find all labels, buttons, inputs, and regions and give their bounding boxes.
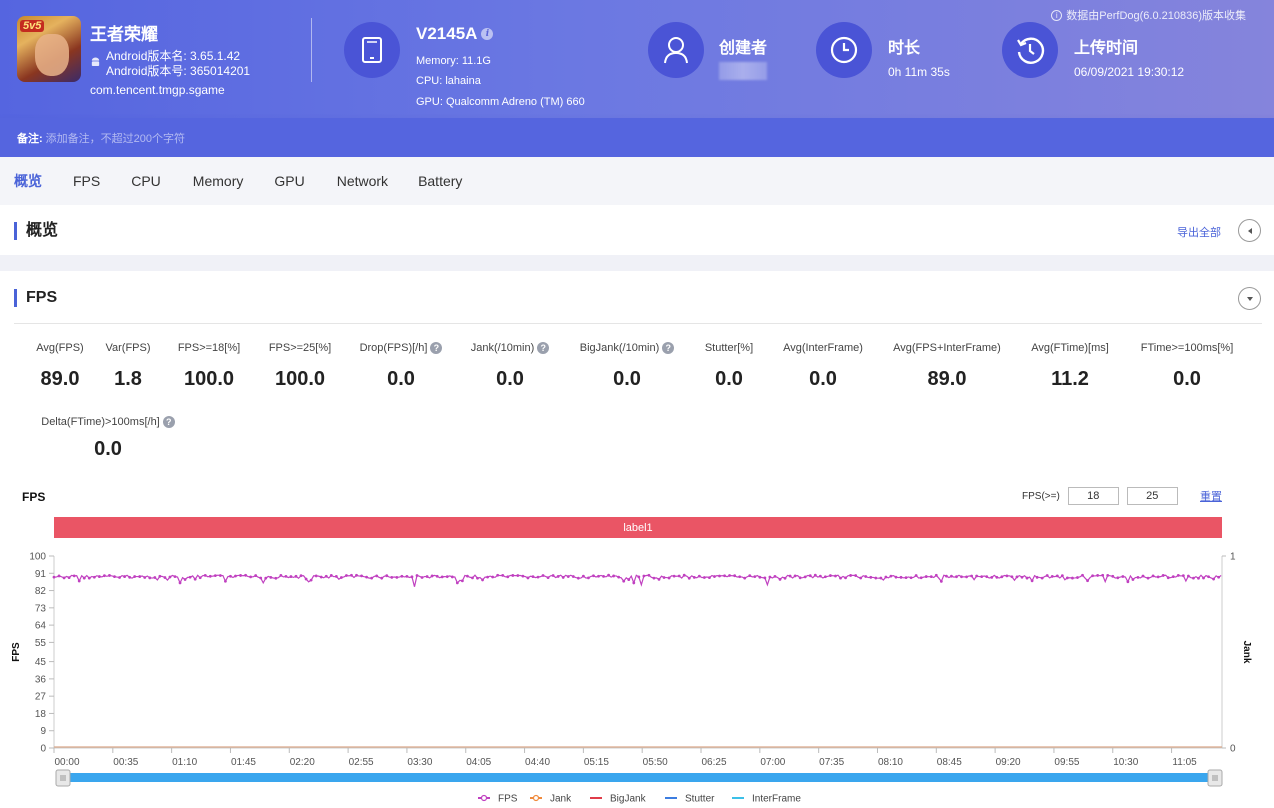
app-icon: 5v5 xyxy=(17,16,81,82)
collapse-button[interactable] xyxy=(1238,219,1261,242)
chart-title: FPS xyxy=(22,490,46,504)
header-divider xyxy=(311,18,312,82)
stat-label-text: Avg(FPS+InterFrame) xyxy=(893,342,1001,354)
creator-value-blurred xyxy=(719,62,767,80)
app-icon-badge: 5v5 xyxy=(20,20,45,32)
fps-threshold-low-input[interactable] xyxy=(1067,487,1119,505)
help-icon[interactable]: ? xyxy=(162,416,175,428)
stat-value: 0.0 xyxy=(1173,368,1201,390)
creator-label: 创建者 xyxy=(719,40,768,57)
tab-cpu[interactable]: CPU xyxy=(131,173,161,189)
section-divider xyxy=(14,323,1262,324)
device-model: V2145A i xyxy=(416,24,494,44)
overview-title: 概览 xyxy=(14,222,58,240)
device-gpu: GPU: Qualcomm Adreno (TM) 660 xyxy=(416,96,585,108)
note-field[interactable]: 备注: 添加备注，不超过200个字符 xyxy=(17,130,185,146)
android-icon xyxy=(91,57,100,66)
fps-threshold-high-input[interactable] xyxy=(1126,487,1178,505)
tab-network[interactable]: Network xyxy=(337,173,388,189)
tab-bar: 概览 FPS CPU Memory GPU Network Battery xyxy=(0,157,1274,205)
export-all-link[interactable]: 导出全部 xyxy=(1177,224,1221,240)
tab-fps[interactable]: FPS xyxy=(73,173,100,189)
reset-link[interactable]: 重置 xyxy=(1200,488,1222,504)
duration-label: 时长 xyxy=(888,40,921,57)
clock-icon xyxy=(816,22,872,78)
stat-label-text: Avg(InterFrame) xyxy=(783,342,863,354)
stat-item: Delta(FTime)>100ms[/h]? 0.0 xyxy=(28,416,188,461)
stat-item: FTime>=100ms[%] 0.0 xyxy=(1107,342,1267,391)
stat-label: FTime>=100ms[%] xyxy=(1107,342,1267,354)
note-label: 备注: xyxy=(17,133,43,145)
caret-left-icon xyxy=(1247,227,1252,234)
user-icon xyxy=(648,22,704,78)
info-icon[interactable]: i xyxy=(481,28,494,40)
expand-button[interactable] xyxy=(1238,287,1261,310)
label-band[interactable]: label1 xyxy=(54,517,1222,538)
device-model-text: V2145A xyxy=(416,24,478,43)
collector-note-text: 数据由PerfDog(6.0.210836)版本收集 xyxy=(1066,10,1246,22)
app-name: 王者荣耀 xyxy=(90,25,158,44)
app-icon-hero xyxy=(35,34,69,76)
app-version-code: Android版本号: 365014201 xyxy=(106,64,251,78)
tab-overview[interactable]: 概览 xyxy=(14,171,42,191)
device-memory: Memory: 11.1G xyxy=(416,55,491,67)
report-header: 5v5 王者荣耀 Android版本名: 3.65.1.42 Android版本… xyxy=(0,0,1274,157)
info-circle-icon: i xyxy=(1051,9,1063,21)
overview-card: 概览 导出全部 xyxy=(0,205,1274,255)
note-bar xyxy=(0,118,1274,157)
note-placeholder[interactable]: 添加备注，不超过200个字符 xyxy=(46,133,185,145)
caret-down-icon xyxy=(1246,296,1253,301)
fps-threshold-label: FPS(>=) xyxy=(1022,490,1060,502)
label-band-text: label1 xyxy=(623,521,653,534)
device-icon xyxy=(344,22,400,78)
upload-time-label: 上传时间 xyxy=(1074,40,1139,57)
history-icon xyxy=(1002,22,1058,78)
stat-label-text: Avg(FTime)[ms] xyxy=(1031,342,1109,354)
tab-gpu[interactable]: GPU xyxy=(274,173,304,189)
duration-value: 0h 11m 35s xyxy=(888,65,950,79)
app-package: com.tencent.tmgp.sgame xyxy=(90,83,225,97)
app-version-name: Android版本名: 3.65.1.42 xyxy=(106,49,241,63)
stat-label-text: Drop(FPS)[/h] xyxy=(359,342,428,354)
stat-value: 0.0 xyxy=(94,438,122,460)
collector-note: i 数据由PerfDog(6.0.210836)版本收集 xyxy=(1051,7,1246,23)
upload-time-value: 06/09/2021 19:30:12 xyxy=(1074,65,1185,79)
stat-label: Delta(FTime)>100ms[/h]? xyxy=(28,416,188,428)
stat-label-text: FTime>=100ms[%] xyxy=(1140,342,1234,354)
fps-section-title: FPS xyxy=(14,289,57,307)
tab-battery[interactable]: Battery xyxy=(418,173,462,189)
fps-threshold-controls: FPS(>=) xyxy=(1022,487,1178,505)
stat-label-text: Delta(FTime)>100ms[/h] xyxy=(41,416,160,428)
device-cpu: CPU: lahaina xyxy=(416,75,481,87)
tab-memory[interactable]: Memory xyxy=(193,173,244,189)
stat-label-text: Jank(/10min) xyxy=(470,342,535,354)
app-version: Android版本名: 3.65.1.42 Android版本号: 365014… xyxy=(106,49,250,79)
stat-label-text: BigJank(/10min) xyxy=(579,342,660,354)
